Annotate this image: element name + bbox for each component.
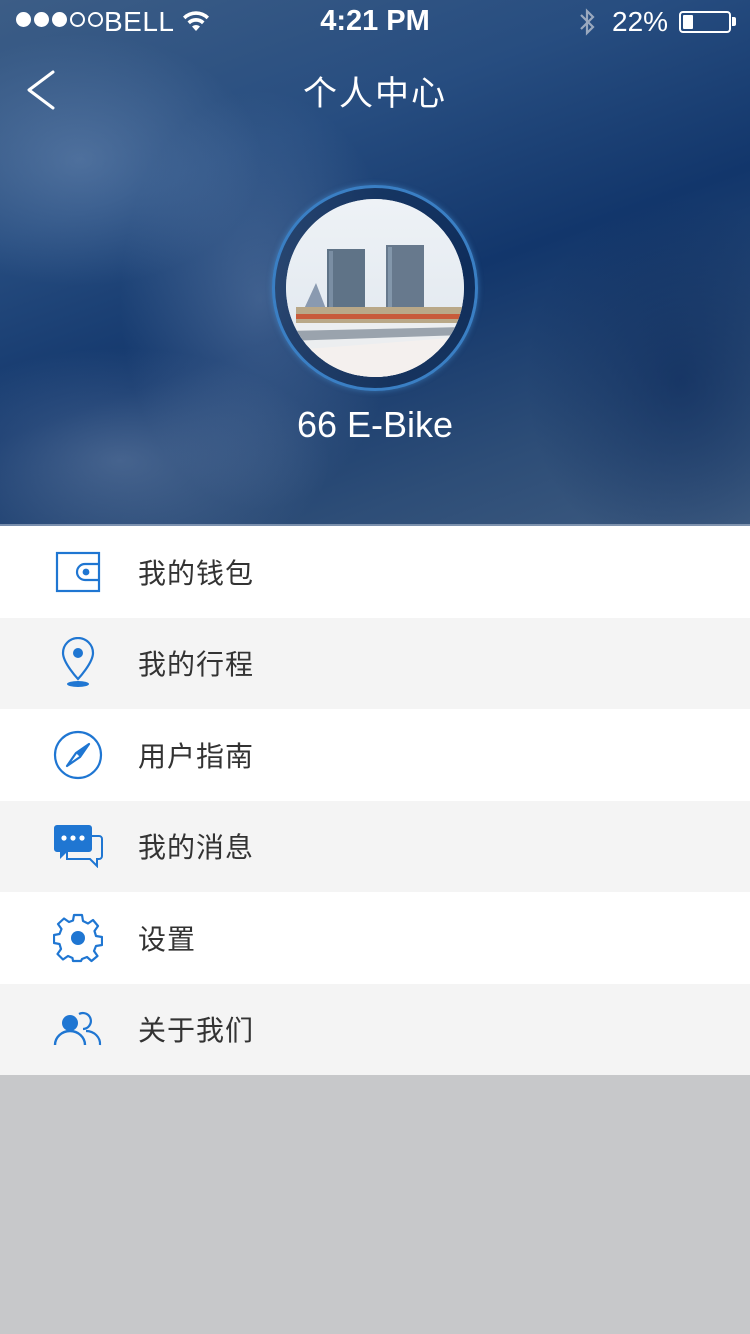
menu-item-label: 我的行程 — [138, 648, 255, 682]
avatar[interactable] — [286, 199, 464, 377]
username: 66 E-Bike — [296, 404, 454, 445]
profile-header: BELL 4:21 PM 22% 个人中心 66 E-Bike — [0, 0, 750, 526]
gear-icon — [52, 912, 104, 964]
menu-item-label: 我的消息 — [138, 831, 255, 865]
status-bar: BELL 4:21 PM 22% — [0, 0, 750, 40]
menu-item-label: 我的钱包 — [138, 556, 255, 590]
profile-menu: 我的钱包 我的行程 用户指南 我的消息 设置 关于我们 — [0, 526, 750, 1075]
users-icon — [52, 1003, 104, 1055]
page-title: 个人中心 — [303, 74, 447, 114]
menu-item-about-us[interactable]: 关于我们 — [0, 983, 750, 1075]
menu-item-trips[interactable]: 我的行程 — [0, 617, 750, 709]
location-pin-icon — [52, 637, 104, 689]
bluetooth-icon — [578, 6, 598, 45]
battery-level-fill — [683, 15, 693, 29]
menu-item-settings[interactable]: 设置 — [0, 892, 750, 984]
menu-item-messages[interactable]: 我的消息 — [0, 800, 750, 892]
chat-bubble-icon — [52, 820, 104, 872]
battery-percent: 22% — [612, 6, 669, 37]
battery-icon — [679, 11, 731, 33]
menu-item-label: 设置 — [138, 922, 197, 956]
battery-tip — [732, 17, 736, 26]
compass-icon — [52, 729, 104, 781]
menu-item-user-guide[interactable]: 用户指南 — [0, 709, 750, 801]
menu-item-label: 关于我们 — [138, 1014, 255, 1048]
menu-item-label: 用户指南 — [138, 739, 255, 773]
wallet-icon — [52, 546, 104, 598]
menu-item-wallet[interactable]: 我的钱包 — [0, 526, 750, 618]
